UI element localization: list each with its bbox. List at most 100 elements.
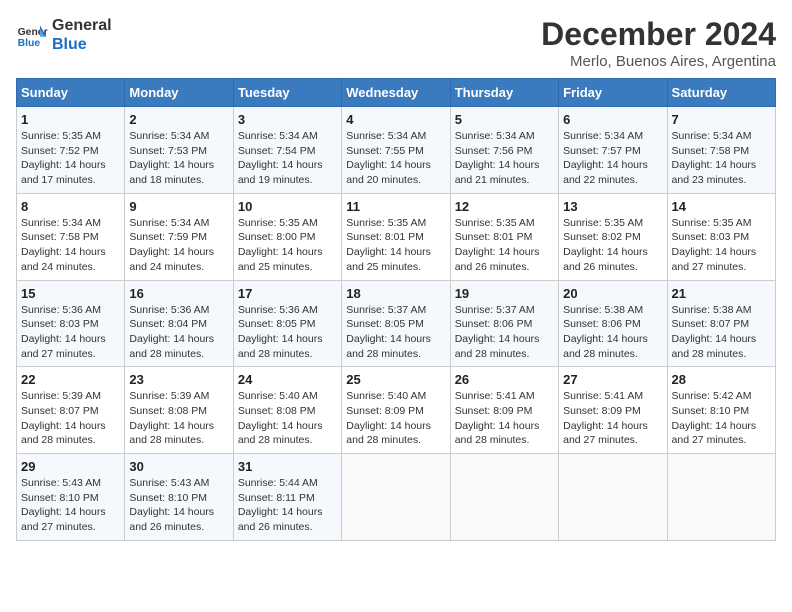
calendar-cell: 8Sunrise: 5:34 AMSunset: 7:58 PMDaylight…: [17, 193, 125, 280]
day-info: Sunrise: 5:36 AMSunset: 8:03 PMDaylight:…: [21, 303, 120, 362]
calendar-cell: 23Sunrise: 5:39 AMSunset: 8:08 PMDayligh…: [125, 367, 233, 454]
daylight-text: Daylight: 14 hours and 27 minutes.: [21, 505, 120, 534]
day-info: Sunrise: 5:34 AMSunset: 7:55 PMDaylight:…: [346, 129, 445, 188]
sunrise-text: Sunrise: 5:40 AM: [238, 389, 337, 404]
calendar-cell: 1Sunrise: 5:35 AMSunset: 7:52 PMDaylight…: [17, 107, 125, 194]
calendar-cell: 15 Sunrise: 5:36 AMSunset: 8:03 PMDayligh…: [17, 280, 125, 367]
day-info: Sunrise: 5:34 AMSunset: 7:58 PMDaylight:…: [672, 129, 771, 188]
daylight-text: Daylight: 14 hours and 28 minutes.: [455, 332, 554, 361]
day-info: Sunrise: 5:38 AMSunset: 8:07 PMDaylight:…: [672, 303, 771, 362]
calendar-cell: 13Sunrise: 5:35 AMSunset: 8:02 PMDayligh…: [559, 193, 667, 280]
daylight-text: Daylight: 14 hours and 28 minutes.: [346, 419, 445, 448]
sunset-text: Sunset: 8:09 PM: [346, 404, 445, 419]
calendar-cell: 19Sunrise: 5:37 AMSunset: 8:06 PMDayligh…: [450, 280, 558, 367]
sunrise-text: Sunrise: 5:38 AM: [563, 303, 662, 318]
day-info: Sunrise: 5:36 AMSunset: 8:05 PMDaylight:…: [238, 303, 337, 362]
daylight-text: Daylight: 14 hours and 28 minutes.: [129, 419, 228, 448]
weekday-friday: Friday: [559, 79, 667, 107]
sunset-text: Sunset: 8:02 PM: [563, 230, 662, 245]
day-info: Sunrise: 5:43 AMSunset: 8:10 PMDaylight:…: [21, 476, 120, 535]
sunrise-text: Sunrise: 5:36 AM: [21, 303, 120, 318]
daylight-text: Daylight: 14 hours and 22 minutes.: [563, 158, 662, 187]
day-number: 16: [129, 286, 228, 301]
sunrise-text: Sunrise: 5:35 AM: [455, 216, 554, 231]
sunset-text: Sunset: 7:59 PM: [129, 230, 228, 245]
calendar-cell: 2Sunrise: 5:34 AMSunset: 7:53 PMDaylight…: [125, 107, 233, 194]
calendar-cell: 22Sunrise: 5:39 AMSunset: 8:07 PMDayligh…: [17, 367, 125, 454]
sunrise-text: Sunrise: 5:40 AM: [346, 389, 445, 404]
day-number: 20: [563, 286, 662, 301]
calendar-cell: 30Sunrise: 5:43 AMSunset: 8:10 PMDayligh…: [125, 454, 233, 541]
day-number: 23: [129, 372, 228, 387]
daylight-text: Daylight: 14 hours and 24 minutes.: [129, 245, 228, 274]
day-number: 24: [238, 372, 337, 387]
day-number: 14: [672, 199, 771, 214]
day-info: Sunrise: 5:35 AMSunset: 8:00 PMDaylight:…: [238, 216, 337, 275]
day-info: Sunrise: 5:35 AMSunset: 7:52 PMDaylight:…: [21, 129, 120, 188]
day-info: Sunrise: 5:41 AMSunset: 8:09 PMDaylight:…: [563, 389, 662, 448]
calendar-cell: [559, 454, 667, 541]
day-info: Sunrise: 5:44 AMSunset: 8:11 PMDaylight:…: [238, 476, 337, 535]
day-number: 4: [346, 112, 445, 127]
calendar-cell: 7Sunrise: 5:34 AMSunset: 7:58 PMDaylight…: [667, 107, 775, 194]
day-number: 27: [563, 372, 662, 387]
sunrise-text: Sunrise: 5:34 AM: [21, 216, 120, 231]
daylight-text: Daylight: 14 hours and 21 minutes.: [455, 158, 554, 187]
daylight-text: Daylight: 14 hours and 27 minutes.: [21, 332, 120, 361]
calendar-cell: 27 Sunrise: 5:41 AMSunset: 8:09 PMDayligh…: [559, 367, 667, 454]
sunrise-text: Sunrise: 5:41 AM: [455, 389, 554, 404]
day-number: 10: [238, 199, 337, 214]
calendar-cell: 9Sunrise: 5:34 AMSunset: 7:59 PMDaylight…: [125, 193, 233, 280]
day-number: 18: [346, 286, 445, 301]
calendar-cell: 20Sunrise: 5:38 AMSunset: 8:06 PMDayligh…: [559, 280, 667, 367]
sunset-text: Sunset: 8:11 PM: [238, 491, 337, 506]
sunrise-text: Sunrise: 5:35 AM: [21, 129, 120, 144]
sunrise-text: Sunrise: 5:34 AM: [455, 129, 554, 144]
day-info: Sunrise: 5:36 AMSunset: 8:04 PMDaylight:…: [129, 303, 228, 362]
day-number: 31: [238, 459, 337, 474]
sunset-text: Sunset: 8:07 PM: [21, 404, 120, 419]
day-info: Sunrise: 5:34 AMSunset: 7:58 PMDaylight:…: [21, 216, 120, 275]
calendar-cell: [450, 454, 558, 541]
calendar-cell: [342, 454, 450, 541]
daylight-text: Daylight: 14 hours and 27 minutes.: [672, 419, 771, 448]
calendar-cell: 4 Sunrise: 5:34 AMSunset: 7:55 PMDaylight…: [342, 107, 450, 194]
sunrise-text: Sunrise: 5:34 AM: [563, 129, 662, 144]
sunset-text: Sunset: 8:06 PM: [563, 317, 662, 332]
sunset-text: Sunset: 8:09 PM: [455, 404, 554, 419]
sunrise-text: Sunrise: 5:37 AM: [346, 303, 445, 318]
day-number: 15: [21, 286, 120, 301]
page-header: General Blue General Blue December 2024 …: [16, 16, 776, 70]
day-number: 19: [455, 286, 554, 301]
daylight-text: Daylight: 14 hours and 19 minutes.: [238, 158, 337, 187]
sunrise-text: Sunrise: 5:34 AM: [346, 129, 445, 144]
daylight-text: Daylight: 14 hours and 28 minutes.: [455, 419, 554, 448]
calendar-cell: [667, 454, 775, 541]
sunset-text: Sunset: 8:01 PM: [455, 230, 554, 245]
daylight-text: Daylight: 14 hours and 28 minutes.: [21, 419, 120, 448]
calendar-week-1: 1Sunrise: 5:35 AMSunset: 7:52 PMDaylight…: [17, 107, 776, 194]
sunrise-text: Sunrise: 5:35 AM: [238, 216, 337, 231]
daylight-text: Daylight: 14 hours and 27 minutes.: [563, 419, 662, 448]
day-info: Sunrise: 5:34 AMSunset: 7:54 PMDaylight:…: [238, 129, 337, 188]
sunrise-text: Sunrise: 5:35 AM: [563, 216, 662, 231]
sunset-text: Sunset: 8:05 PM: [346, 317, 445, 332]
calendar-cell: 6Sunrise: 5:34 AMSunset: 7:57 PMDaylight…: [559, 107, 667, 194]
sunrise-text: Sunrise: 5:36 AM: [129, 303, 228, 318]
sunrise-text: Sunrise: 5:38 AM: [672, 303, 771, 318]
calendar-cell: 31 Sunrise: 5:44 AMSunset: 8:11 PMDayligh…: [233, 454, 341, 541]
calendar-week-4: 22Sunrise: 5:39 AMSunset: 8:07 PMDayligh…: [17, 367, 776, 454]
calendar-cell: 16 Sunrise: 5:36 AMSunset: 8:04 PMDayligh…: [125, 280, 233, 367]
sunset-text: Sunset: 8:07 PM: [672, 317, 771, 332]
sunset-text: Sunset: 8:03 PM: [672, 230, 771, 245]
sunrise-text: Sunrise: 5:35 AM: [672, 216, 771, 231]
sunset-text: Sunset: 8:00 PM: [238, 230, 337, 245]
day-info: Sunrise: 5:35 AMSunset: 8:02 PMDaylight:…: [563, 216, 662, 275]
weekday-wednesday: Wednesday: [342, 79, 450, 107]
day-number: 6: [563, 112, 662, 127]
sunset-text: Sunset: 7:56 PM: [455, 144, 554, 159]
calendar-cell: 21Sunrise: 5:38 AMSunset: 8:07 PMDayligh…: [667, 280, 775, 367]
day-info: Sunrise: 5:40 AMSunset: 8:08 PMDaylight:…: [238, 389, 337, 448]
daylight-text: Daylight: 14 hours and 18 minutes.: [129, 158, 228, 187]
daylight-text: Daylight: 14 hours and 26 minutes.: [455, 245, 554, 274]
